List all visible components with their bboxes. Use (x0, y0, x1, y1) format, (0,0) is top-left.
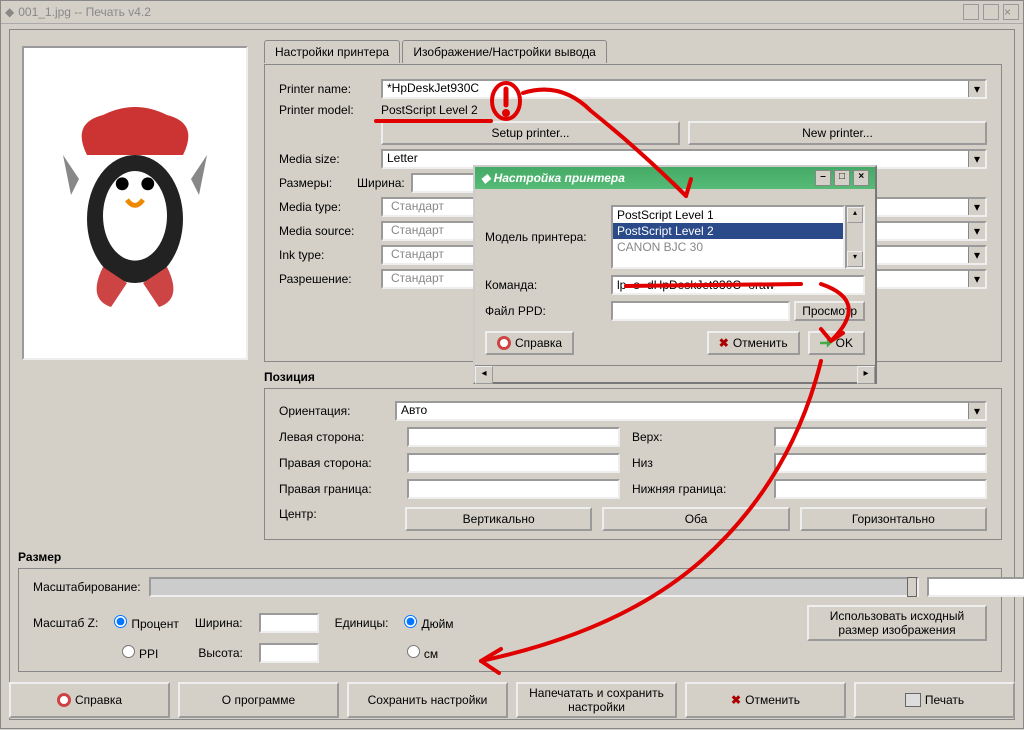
horizontal-scrollbar[interactable]: ◂▸ (475, 365, 875, 382)
resolution-label: Разрешение: (279, 272, 381, 286)
scaling-spinbox[interactable]: ▴▾ (927, 577, 987, 597)
use-original-size-button[interactable]: Использовать исходный размер изображения (807, 605, 987, 641)
close-icon[interactable]: × (853, 170, 869, 186)
popup-model-label: Модель принтера: (485, 230, 611, 244)
x-icon: ✖ (719, 336, 729, 350)
center-horizontal-button[interactable]: Горизонтально (800, 507, 987, 531)
command-input[interactable] (611, 275, 865, 295)
scaling-slider[interactable] (149, 577, 919, 597)
popup-command-label: Команда: (485, 278, 611, 292)
center-both-button[interactable]: Оба (602, 507, 789, 531)
lifering-icon (57, 693, 71, 707)
height-input[interactable] (259, 643, 319, 663)
chevron-down-icon[interactable]: ▾ (968, 199, 985, 215)
chevron-down-icon[interactable]: ▾ (968, 151, 985, 167)
bottom-bound-label: Нижняя граница: (632, 482, 762, 496)
left-margin-input[interactable] (407, 427, 620, 447)
browse-button[interactable]: Просмотр (794, 301, 865, 321)
popup-ok-button[interactable]: OK (808, 331, 865, 355)
inch-radio[interactable]: Дюйм (404, 615, 453, 631)
help-button[interactable]: Справка (9, 682, 170, 718)
printer-model-value: PostScript Level 2 (381, 103, 478, 117)
printer-name-combo[interactable]: *HpDeskJet930C▾ (381, 79, 987, 99)
chevron-down-icon[interactable]: ▾ (968, 81, 985, 97)
top-margin-label: Верх: (632, 430, 762, 444)
ppi-radio[interactable]: PPI (122, 645, 158, 661)
media-source-label: Media source: (279, 224, 381, 238)
orientation-combo[interactable]: Авто▾ (395, 401, 987, 421)
lifering-icon (497, 336, 511, 350)
close-icon[interactable]: × (1003, 4, 1019, 20)
units-label: Единицы: (335, 616, 389, 630)
print-button[interactable]: Печать (854, 682, 1015, 718)
check-icon (820, 337, 832, 349)
minimize-icon[interactable]: – (815, 170, 831, 186)
cancel-button[interactable]: ✖Отменить (685, 682, 846, 718)
cm-radio[interactable]: см (407, 645, 438, 661)
image-preview (22, 46, 248, 360)
right-bound-label: Правая граница: (279, 482, 395, 496)
chevron-down-icon[interactable]: ▾ (968, 247, 985, 263)
popup-cancel-button[interactable]: ✖Отменить (707, 331, 800, 355)
media-type-label: Media type: (279, 200, 381, 214)
x-icon: ✖ (731, 693, 741, 707)
right-margin-input[interactable] (407, 453, 620, 473)
ink-type-label: Ink type: (279, 248, 381, 262)
orientation-label: Ориентация: (279, 404, 395, 418)
window-title: 001_1.jpg -- Печать v4.2 (18, 5, 151, 19)
setup-printer-button[interactable]: Setup printer... (381, 121, 680, 145)
bottom-bound-input[interactable] (774, 479, 987, 499)
chevron-down-icon: ▾ (847, 251, 863, 267)
chevron-down-icon[interactable]: ▾ (968, 403, 985, 419)
minimize-icon[interactable] (963, 4, 979, 20)
popup-help-button[interactable]: Справка (485, 331, 574, 355)
chevron-down-icon[interactable]: ▾ (968, 271, 985, 287)
printer-name-label: Printer name: (279, 82, 381, 96)
printer-model-label: Printer model: (279, 103, 381, 117)
tab-output-settings[interactable]: Изображение/Настройки вывода (402, 40, 606, 63)
bottom-margin-input[interactable] (774, 453, 987, 473)
top-margin-input[interactable] (774, 427, 987, 447)
chevron-right-icon: ▸ (857, 366, 875, 384)
dialog-titlebar: ◆ Настройка принтера – □ × (475, 167, 875, 189)
scalez-label: Масштаб Z: (33, 616, 98, 630)
right-bound-input[interactable] (407, 479, 620, 499)
width-label: Ширина: (357, 176, 405, 190)
maximize-icon[interactable] (983, 4, 999, 20)
chevron-up-icon: ▴ (847, 207, 863, 223)
window-titlebar: ◆ 001_1.jpg -- Печать v4.2 × (1, 1, 1023, 24)
ppd-input[interactable] (611, 301, 790, 321)
save-settings-button[interactable]: Сохранить настройки (347, 682, 508, 718)
percent-radio[interactable]: Процент (114, 615, 179, 631)
print-and-save-button[interactable]: Напечатать и сохранить настройки (516, 682, 677, 718)
right-margin-label: Правая сторона: (279, 456, 395, 470)
printer-icon (905, 693, 921, 707)
scaling-label: Масштабирование: (33, 580, 141, 594)
width-label-2: Ширина: (195, 616, 243, 630)
tab-printer-settings[interactable]: Настройки принтера (264, 40, 400, 63)
printer-model-list[interactable]: PostScript Level 1 PostScript Level 2 CA… (611, 205, 845, 269)
list-item[interactable]: CANON BJC 30 (613, 239, 843, 255)
chevron-down-icon[interactable]: ▾ (968, 223, 985, 239)
popup-ppd-label: Файл PPD: (485, 304, 611, 318)
size-section-title: Размер (18, 550, 1002, 564)
center-vertical-button[interactable]: Вертикально (405, 507, 592, 531)
left-margin-label: Левая сторона: (279, 430, 395, 444)
new-printer-button[interactable]: New printer... (688, 121, 987, 145)
printer-setup-dialog: ◆ Настройка принтера – □ × Модель принте… (473, 165, 877, 384)
chevron-left-icon: ◂ (475, 366, 493, 384)
list-item[interactable]: PostScript Level 1 (613, 207, 843, 223)
width-input-2[interactable] (259, 613, 319, 633)
list-item-selected[interactable]: PostScript Level 2 (613, 223, 843, 239)
media-size-label: Media size: (279, 152, 381, 166)
about-button[interactable]: О программе (178, 682, 339, 718)
dims-label: Размеры: (279, 176, 357, 190)
height-label: Высота: (198, 646, 243, 660)
bottom-margin-label: Низ (632, 456, 762, 470)
maximize-icon[interactable]: □ (834, 170, 850, 186)
scrollbar[interactable]: ▴▾ (845, 205, 865, 269)
center-label: Центр: (279, 507, 395, 531)
preview-image-icon (55, 83, 215, 323)
